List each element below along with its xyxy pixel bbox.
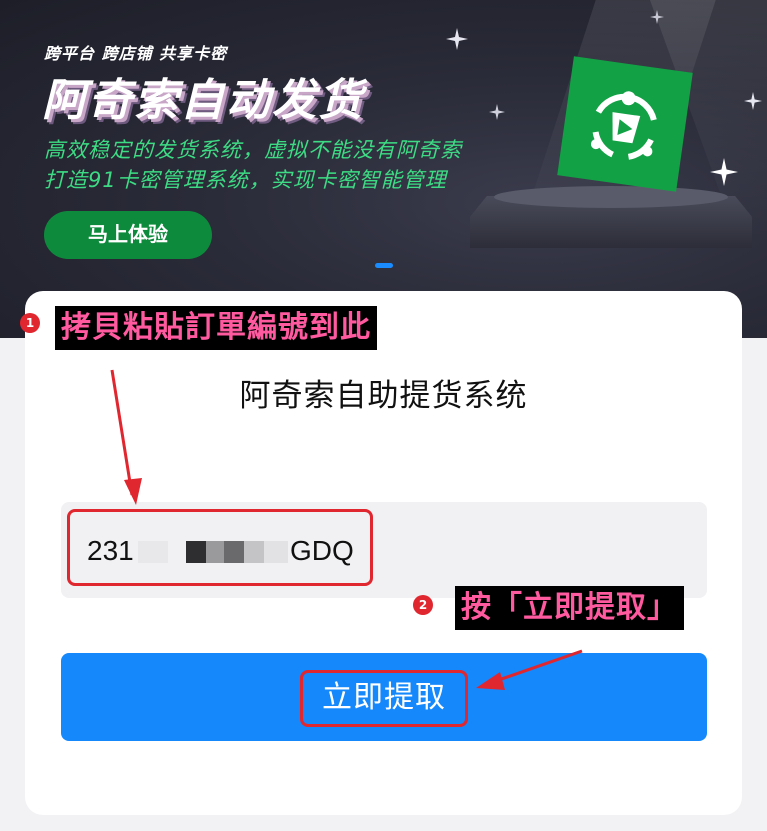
step-1-arrow-icon xyxy=(110,369,142,505)
step-2-arrow-icon xyxy=(476,649,583,690)
annotation-arrows xyxy=(110,369,583,690)
